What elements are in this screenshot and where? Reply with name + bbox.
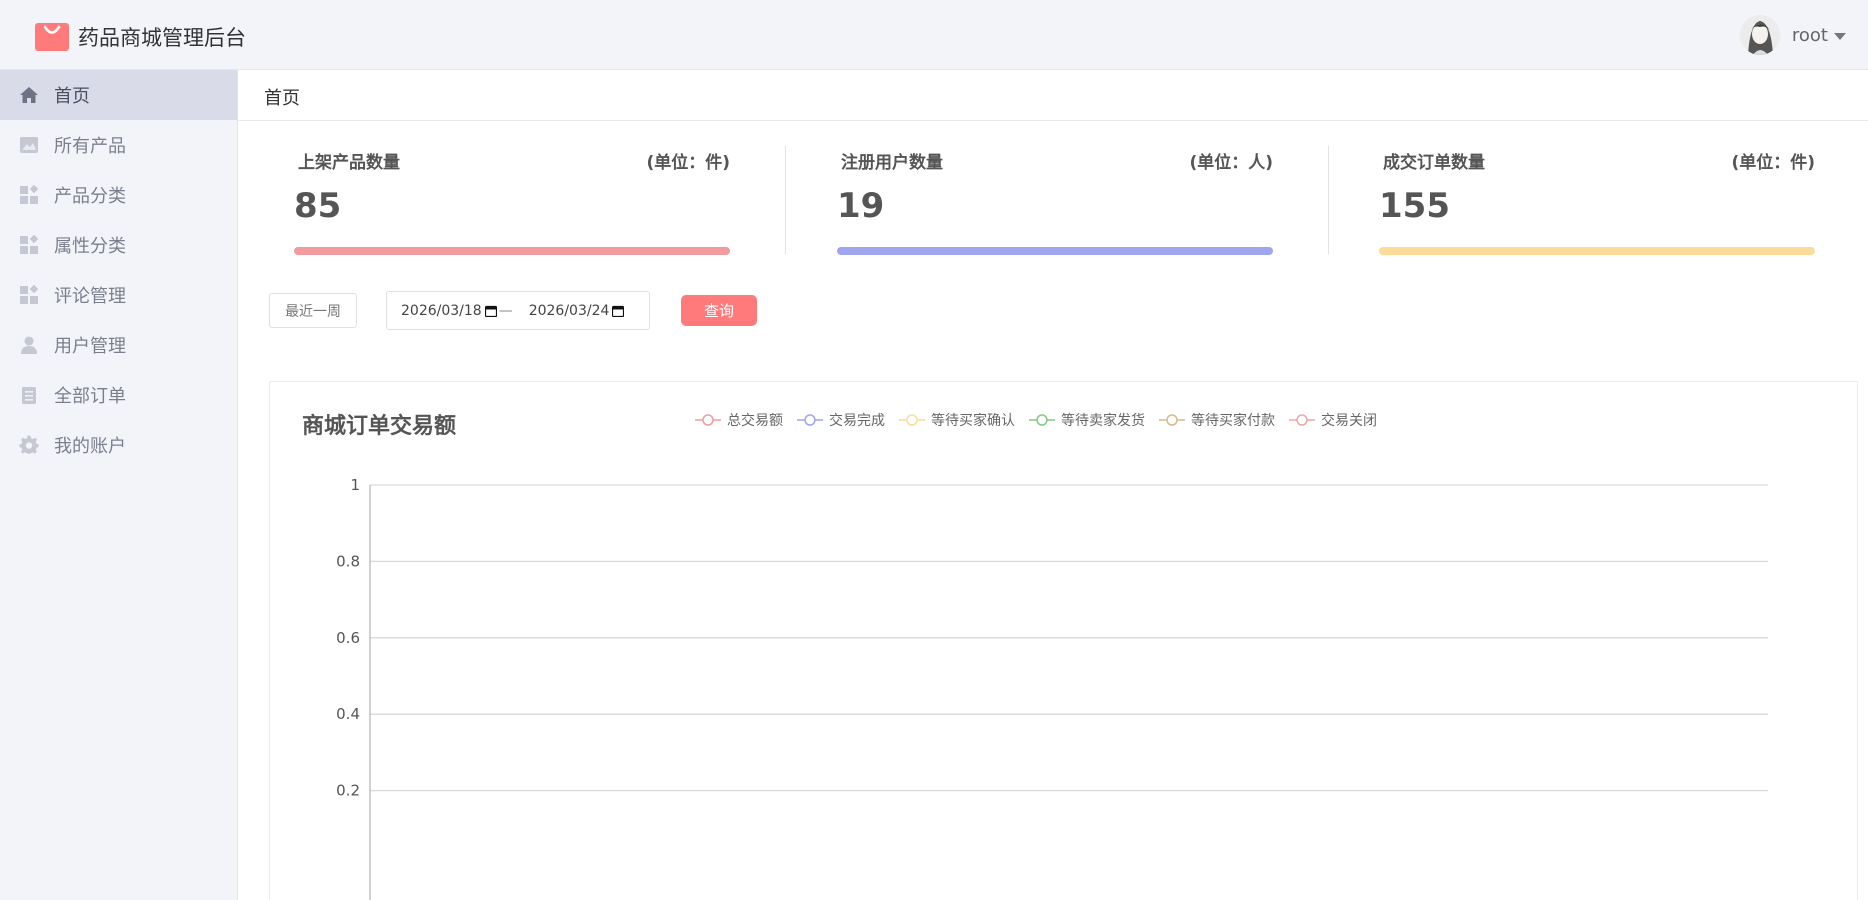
- chart-title: 商城订单交易额: [302, 414, 457, 439]
- query-button[interactable]: 查询: [681, 295, 757, 326]
- chart-panel: 1 0.8 0.6 0.4 0.2 商城订单交易额 总交易额 交易完成 等待买家确认 等待卖家…: [269, 381, 1858, 900]
- divider: [785, 146, 786, 254]
- legend-item[interactable]: 交易关闭: [1289, 410, 1377, 430]
- stat-card-orders: 成交订单数量 (单位：件) 155: [1379, 146, 1815, 256]
- stat-bar: [837, 247, 1273, 255]
- stat-unit: (单位：人): [1189, 153, 1273, 173]
- legend-label: 交易完成: [829, 413, 885, 429]
- sidebar-item-label: 属性分类: [54, 236, 126, 257]
- chart-legend: 总交易额 交易完成 等待买家确认 等待卖家发货 等待买家付款 交易关闭: [695, 410, 1391, 430]
- caret-down-icon[interactable]: [1834, 32, 1846, 40]
- sidebar-item-review-management[interactable]: 评论管理: [0, 270, 237, 320]
- y-tick-label: 0.2: [336, 782, 360, 800]
- sidebar-item-home[interactable]: 首页: [0, 70, 237, 120]
- legend-label: 等待卖家发货: [1061, 413, 1145, 429]
- legend-marker-icon: [899, 414, 925, 426]
- stat-card-users: 注册用户数量 (单位：人) 19: [837, 146, 1273, 256]
- y-tick-label: 0.8: [336, 552, 360, 570]
- top-header: 药品商城管理后台 root: [0, 0, 1868, 70]
- user-name[interactable]: root: [1792, 25, 1828, 46]
- sidebar-item-all-orders[interactable]: 全部订单: [0, 370, 237, 420]
- stat-bar: [294, 247, 730, 255]
- end-date-input[interactable]: 2026/03/24: [529, 303, 625, 319]
- date-range-picker[interactable]: 2026/03/18 — 2026/03/24: [386, 291, 650, 330]
- category-icon: [18, 234, 40, 256]
- user-icon: [18, 334, 40, 356]
- main-content: 上架产品数量 (单位：件) 85 注册用户数量 (单位：人) 19 成交订单数量…: [238, 121, 1868, 900]
- y-tick-label: 0.6: [336, 629, 360, 647]
- breadcrumb: 首页: [238, 70, 1868, 121]
- last-week-button[interactable]: 最近一周: [269, 293, 357, 328]
- end-date-value: 2026/03/24: [528, 302, 610, 319]
- legend-label: 等待买家付款: [1191, 413, 1275, 429]
- legend-marker-icon: [797, 414, 823, 426]
- sidebar-item-label: 评论管理: [54, 286, 126, 307]
- sidebar-item-all-products[interactable]: 所有产品: [0, 120, 237, 170]
- y-tick-label: 1: [350, 476, 360, 494]
- sidebar-item-label: 全部订单: [54, 386, 126, 407]
- sidebar-item-user-management[interactable]: 用户管理: [0, 320, 237, 370]
- divider: [1328, 146, 1329, 254]
- stat-label: 成交订单数量: [1383, 153, 1485, 173]
- image-icon: [18, 134, 40, 156]
- stat-unit: (单位：件): [646, 153, 730, 173]
- app-title: 药品商城管理后台: [78, 26, 246, 50]
- legend-label: 交易关闭: [1321, 413, 1377, 429]
- range-separator: —: [498, 302, 513, 319]
- legend-marker-icon: [1289, 414, 1315, 426]
- gear-icon: [18, 434, 40, 456]
- category-icon: [18, 184, 40, 206]
- sidebar-item-attribute-category[interactable]: 属性分类: [0, 220, 237, 270]
- stat-label: 注册用户数量: [841, 153, 943, 173]
- start-date-input[interactable]: 2026/03/18: [401, 303, 497, 319]
- legend-item[interactable]: 等待买家付款: [1159, 410, 1275, 430]
- legend-label: 等待买家确认: [931, 413, 1015, 429]
- sidebar-item-label: 我的账户: [54, 436, 126, 457]
- sidebar-item-label: 首页: [54, 86, 90, 107]
- line-chart: 1 0.8 0.6 0.4 0.2: [336, 476, 1768, 900]
- y-tick-label: 0.4: [336, 705, 360, 723]
- breadcrumb-current: 首页: [264, 88, 300, 109]
- category-icon: [18, 284, 40, 306]
- stat-unit: (单位：件): [1731, 153, 1815, 173]
- stat-card-products: 上架产品数量 (单位：件) 85: [294, 146, 730, 256]
- legend-item[interactable]: 等待买家确认: [899, 410, 1015, 430]
- stat-value: 85: [294, 186, 342, 226]
- legend-marker-icon: [695, 414, 721, 426]
- avatar[interactable]: [1739, 15, 1780, 55]
- stat-label: 上架产品数量: [298, 153, 400, 173]
- legend-marker-icon: [1159, 414, 1185, 426]
- legend-item[interactable]: 交易完成: [797, 410, 885, 430]
- stat-value: 155: [1379, 186, 1450, 226]
- stat-value: 19: [837, 186, 885, 226]
- clipboard-icon: [18, 384, 40, 406]
- sidebar: 首页 所有产品 产品分类 属性分类 评论管理 用户管理 全部订单 我的账户: [0, 70, 238, 900]
- legend-label: 总交易额: [727, 413, 783, 429]
- calendar-icon[interactable]: [612, 305, 625, 317]
- sidebar-item-label: 产品分类: [54, 186, 126, 207]
- start-date-value: 2026/03/18: [401, 302, 482, 319]
- legend-item[interactable]: 总交易额: [695, 410, 783, 430]
- stat-bar: [1379, 247, 1815, 255]
- sidebar-item-label: 用户管理: [54, 336, 126, 357]
- sidebar-item-my-account[interactable]: 我的账户: [0, 420, 237, 470]
- sidebar-item-product-category[interactable]: 产品分类: [0, 170, 237, 220]
- legend-marker-icon: [1029, 414, 1055, 426]
- shopping-bag-logo-icon: [35, 23, 69, 51]
- home-icon: [18, 84, 40, 106]
- calendar-icon[interactable]: [484, 305, 497, 317]
- user-menu[interactable]: root: [1739, 14, 1846, 56]
- legend-item[interactable]: 等待卖家发货: [1029, 410, 1145, 430]
- sidebar-item-label: 所有产品: [54, 136, 126, 157]
